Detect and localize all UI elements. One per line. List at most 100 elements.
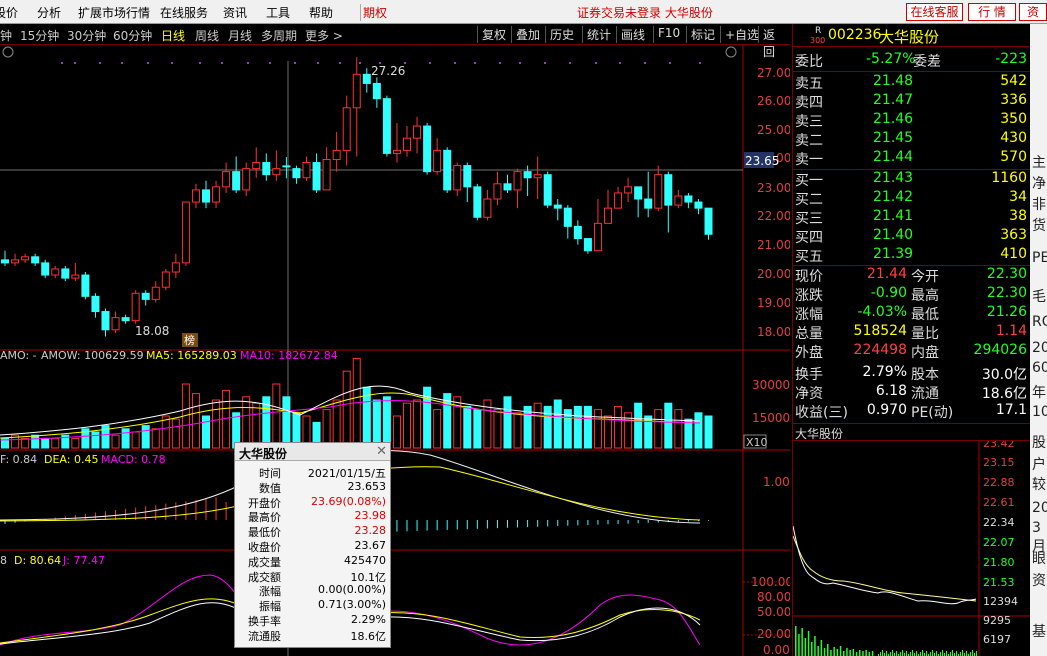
period-week[interactable]: 周线 xyxy=(195,27,219,44)
buy-row[interactable]: 买二 21.42 34 xyxy=(793,189,1031,208)
tooltip-key: 流通股 xyxy=(248,629,281,643)
tooltip-value: 18.6亿 xyxy=(350,629,387,643)
sell-row[interactable]: 卖四 21.47 336 xyxy=(793,92,1031,111)
volume-bar xyxy=(121,428,130,449)
stat-label: 换手 xyxy=(795,367,823,383)
mark-button[interactable]: 标记 xyxy=(686,26,719,43)
vol-ma5: MA5: 165289.03 xyxy=(146,349,237,362)
volume-bar xyxy=(614,405,623,449)
candle-body xyxy=(413,125,422,139)
quote-button[interactable]: 行 情 xyxy=(968,3,1016,21)
info-button[interactable]: 资 xyxy=(1019,3,1047,21)
candle-body xyxy=(322,158,331,191)
mini-volume-bar xyxy=(916,651,917,656)
menu-item-stock[interactable]: 股价 xyxy=(0,4,18,21)
kdj-tick-label: 0.00 xyxy=(763,643,790,656)
history-button[interactable]: 历史 xyxy=(545,26,578,43)
rz-badge: R xyxy=(815,26,822,36)
sell-row[interactable]: 卖三 21.46 350 xyxy=(793,111,1031,130)
candle-body xyxy=(21,256,30,261)
signal-dot xyxy=(699,62,701,64)
candle-body xyxy=(302,162,311,179)
signal-dot xyxy=(221,62,223,64)
order-level-label: 买四 xyxy=(795,230,823,246)
back-button[interactable]: 返回 xyxy=(758,26,790,59)
stat-label: 涨幅 xyxy=(795,307,823,323)
buy-row[interactable]: 买五 21.39 410 xyxy=(793,246,1031,265)
candle-body xyxy=(604,207,612,224)
restore-right-button[interactable]: 复权 xyxy=(477,26,510,43)
volume-bar xyxy=(392,415,401,449)
period-min[interactable]: 钟 xyxy=(0,27,12,44)
menu-item-tools[interactable]: 工具 xyxy=(266,4,290,21)
kdj-k: 8 xyxy=(0,554,7,567)
period-month[interactable]: 月线 xyxy=(228,27,252,44)
stat-row: 收益(三) 0.970 PE(动) 17.1 xyxy=(793,402,1031,421)
volume-header: AMO: - AMOW: 100629.59 MA5: 165289.03 MA… xyxy=(0,349,338,362)
period-60min[interactable]: 60分钟 xyxy=(113,27,152,44)
buy-row[interactable]: 买四 21.40 363 xyxy=(793,227,1031,246)
period-more[interactable]: 更多 > xyxy=(305,27,343,44)
order-volume: 570 xyxy=(1000,149,1027,165)
mini-vol-tick: 6197 xyxy=(983,633,1011,646)
menu-item-analysis[interactable]: 分析 xyxy=(37,4,61,21)
sell-row[interactable]: 卖一 21.44 570 xyxy=(793,149,1031,168)
right-strip-label: 60 xyxy=(1032,360,1047,376)
mini-volume-bar xyxy=(833,647,835,656)
candle-body xyxy=(684,195,693,203)
intraday-mini-chart[interactable]: 23.42 23.15 22.88 22.61 22.34 22.07 21.8… xyxy=(793,441,1031,656)
candle-body xyxy=(1,259,9,264)
menu-item-extended[interactable]: 扩展市场行情 xyxy=(78,4,150,21)
tooltip-key: 涨幅 xyxy=(259,585,281,599)
mini-volume-bar xyxy=(852,649,855,656)
mini-volume-bar xyxy=(940,652,941,656)
online-service-button[interactable]: 在线客服 xyxy=(906,3,963,21)
volume-bar xyxy=(272,383,281,449)
right-strip-label: 基 xyxy=(1032,624,1046,640)
candle-body xyxy=(654,174,663,209)
period-day[interactable]: 日线 xyxy=(161,27,185,44)
tooltip-key: 换手率 xyxy=(248,615,281,628)
menu-item-online[interactable]: 在线服务 xyxy=(160,4,208,21)
sell-row[interactable]: 卖二 21.45 430 xyxy=(793,130,1031,149)
buy-row[interactable]: 买一 21.43 1160 xyxy=(793,170,1031,189)
stat-label: 最低 xyxy=(911,307,939,323)
buy-row[interactable]: 买三 21.41 38 xyxy=(793,208,1031,227)
draw-line-button[interactable]: 画线 xyxy=(616,26,649,43)
mini-price-tick: 22.88 xyxy=(983,476,1015,489)
candle-body xyxy=(91,295,100,313)
volume-bar xyxy=(372,399,381,449)
volume-bar xyxy=(342,370,351,449)
stat-value: 21.44 xyxy=(866,266,907,282)
statistics-button[interactable]: 统计 xyxy=(582,26,615,43)
order-ratio-label: 委比 xyxy=(795,54,823,70)
mini-price-tick: 22.34 xyxy=(983,516,1015,529)
price-axis: 27.00 26.00 25.00 24.00 23.00 22.00 21.0… xyxy=(757,66,790,339)
stock-name: 大华股份 xyxy=(879,28,940,46)
order-volume: 350 xyxy=(1000,111,1027,127)
mini-volume-bar xyxy=(846,648,848,656)
volume-bar xyxy=(694,412,703,449)
order-ratio-value: -5.27% xyxy=(866,51,916,67)
right-strip-label: 资 xyxy=(1032,573,1046,589)
candle-body xyxy=(614,192,623,209)
period-30min[interactable]: 30分钟 xyxy=(67,27,106,44)
vol-name: AMO: - xyxy=(0,349,37,362)
volume-bar xyxy=(202,415,210,449)
close-icon[interactable]: ✕ xyxy=(376,444,387,459)
rank-tag-label: 榜 xyxy=(184,333,195,347)
add-watchlist-button[interactable]: +自选 xyxy=(720,26,763,43)
menu-item-help[interactable]: 帮助 xyxy=(309,4,333,21)
menu-item-news[interactable]: 资讯 xyxy=(223,4,247,21)
period-multi[interactable]: 多周期 xyxy=(261,27,297,44)
mini-volume-bar xyxy=(855,652,858,656)
stat-value: 0.970 xyxy=(866,402,907,418)
menu-item-options[interactable]: 期权 xyxy=(360,4,387,21)
kline-chart[interactable]: 27.00 26.00 25.00 24.00 23.00 22.00 21.0… xyxy=(0,45,790,656)
f10-button[interactable]: F10 xyxy=(653,26,684,43)
sell-row[interactable]: 卖五 21.48 542 xyxy=(793,73,1031,92)
right-strip-label: 毛 xyxy=(1032,289,1046,305)
period-15min[interactable]: 15分钟 xyxy=(20,27,59,44)
overlay-button[interactable]: 叠加 xyxy=(511,26,544,43)
candle-body xyxy=(51,268,60,276)
